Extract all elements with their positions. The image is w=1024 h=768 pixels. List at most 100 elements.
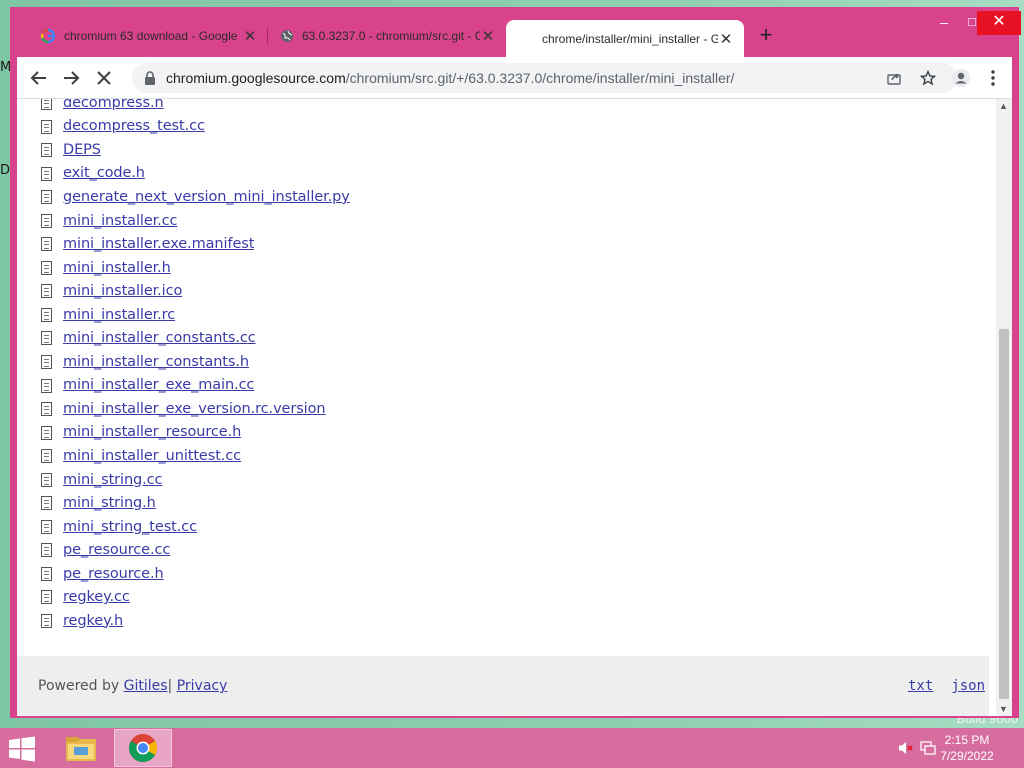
arrow-right-icon: [64, 71, 80, 85]
file-link[interactable]: mini_installer.rc: [63, 307, 175, 323]
bookmark-button[interactable]: [917, 67, 939, 89]
close-icon[interactable]: ✕: [242, 27, 258, 45]
file-icon: [41, 190, 52, 205]
file-icon: [41, 402, 52, 417]
chrome-taskbar-button[interactable]: [114, 729, 172, 767]
tab-git-tag[interactable]: 63.0.3237.0 - chromium/src.git - Git ✕: [270, 20, 506, 52]
close-icon[interactable]: ✕: [718, 30, 734, 48]
address-bar[interactable]: chromium.googlesource.com/chromium/src.g…: [132, 63, 957, 93]
file-link[interactable]: mini_string.h: [63, 495, 156, 511]
file-row: exit_code.h: [17, 162, 989, 186]
star-icon: [920, 70, 936, 86]
file-link[interactable]: mini_installer_resource.h: [63, 424, 241, 440]
volume-muted-icon[interactable]: [898, 740, 914, 761]
tab-title: chrome/installer/mini_installer - Git: [542, 31, 718, 46]
file-row: regkey.cc: [17, 585, 989, 609]
file-link[interactable]: mini_installer.ico: [63, 283, 182, 299]
file-link[interactable]: DEPS: [63, 142, 101, 158]
share-button[interactable]: [883, 67, 905, 89]
file-icon: [41, 566, 52, 581]
file-icon: [41, 496, 52, 511]
file-row: mini_installer_exe_main.cc: [17, 374, 989, 398]
tab-google-search[interactable]: chromium 63 download - Google ✕: [30, 20, 268, 52]
privacy-link[interactable]: Privacy: [177, 678, 228, 694]
forward-button[interactable]: [59, 66, 83, 90]
tab-mini-installer[interactable]: chrome/installer/mini_installer - Git ✕: [506, 20, 744, 57]
file-explorer-taskbar-button[interactable]: [52, 729, 110, 767]
txt-link[interactable]: txt: [908, 678, 933, 694]
file-icon: [41, 166, 52, 181]
scroll-up-arrow-icon[interactable]: ▲: [999, 101, 1008, 111]
file-row: mini_installer.h: [17, 256, 989, 280]
file-link[interactable]: mini_string.cc: [63, 472, 163, 488]
file-link[interactable]: mini_installer.exe.manifest: [63, 236, 254, 252]
globe-icon: [281, 30, 293, 42]
file-link[interactable]: mini_installer.h: [63, 260, 171, 276]
tab-title: chromium 63 download - Google: [64, 29, 238, 43]
tab-strip: chromium 63 download - Google ✕ 63.0.323…: [10, 7, 1021, 57]
gitiles-link[interactable]: Gitiles: [124, 678, 168, 694]
file-icon: [41, 143, 52, 158]
back-button[interactable]: [27, 66, 51, 90]
file-link[interactable]: decompress_test.cc: [63, 118, 205, 134]
file-link[interactable]: regkey.h: [63, 613, 123, 629]
arrow-left-icon: [30, 71, 46, 85]
tab-title: 63.0.3237.0 - chromium/src.git - Git: [302, 29, 480, 43]
scroll-down-arrow-icon[interactable]: ▼: [999, 704, 1008, 714]
lock-icon: [145, 71, 155, 85]
file-link[interactable]: decompress.h: [63, 99, 164, 111]
file-icon: [41, 355, 52, 370]
json-link[interactable]: json: [951, 678, 985, 694]
tab-separator: [267, 28, 268, 44]
file-link[interactable]: pe_resource.h: [63, 566, 164, 582]
file-link[interactable]: generate_next_version_mini_installer.py: [63, 189, 350, 205]
folder-icon: [66, 737, 96, 761]
file-link[interactable]: mini_installer_exe_main.cc: [63, 377, 254, 393]
file-icon: [41, 284, 52, 299]
file-row: mini_installer_exe_version.rc.version: [17, 397, 989, 421]
menu-button[interactable]: [981, 66, 1005, 90]
file-link[interactable]: mini_string_test.cc: [63, 519, 197, 535]
vertical-scrollbar[interactable]: ▲ ▼: [996, 99, 1012, 716]
file-link[interactable]: mini_installer_constants.h: [63, 354, 249, 370]
taskbar-clock[interactable]: 2:15 PM 7/29/2022: [932, 732, 1002, 764]
stop-loading-button[interactable]: [92, 66, 116, 90]
browser-toolbar: chromium.googlesource.com/chromium/src.g…: [17, 57, 1012, 99]
file-icon: [41, 119, 52, 134]
file-link[interactable]: pe_resource.cc: [63, 542, 170, 558]
minimize-button[interactable]: –: [929, 11, 959, 35]
file-link[interactable]: mini_installer_unittest.cc: [63, 448, 241, 464]
file-row: mini_installer_constants.cc: [17, 326, 989, 350]
window-close-button[interactable]: ✕: [977, 11, 1021, 35]
file-icon: [41, 543, 52, 558]
clock-time: 2:15 PM: [944, 733, 990, 747]
close-icon[interactable]: ✕: [480, 27, 496, 45]
new-tab-button[interactable]: +: [755, 24, 777, 46]
file-row: mini_installer.cc: [17, 209, 989, 233]
file-row: mini_installer.exe.manifest: [17, 232, 989, 256]
file-link[interactable]: regkey.cc: [63, 589, 130, 605]
file-icon: [41, 331, 52, 346]
file-link[interactable]: exit_code.h: [63, 165, 145, 181]
file-link[interactable]: mini_installer_exe_version.rc.version: [63, 401, 326, 417]
file-link[interactable]: mini_installer_constants.cc: [63, 330, 256, 346]
file-row: mini_string.h: [17, 491, 989, 515]
file-icon: [41, 590, 52, 605]
file-icon: [41, 472, 52, 487]
profile-button[interactable]: [949, 66, 973, 90]
file-row: mini_installer_unittest.cc: [17, 444, 989, 468]
file-row: mini_string.cc: [17, 468, 989, 492]
scroll-thumb[interactable]: [999, 329, 1009, 699]
file-list: decompress.h decompress_test.cc DEPS exit_c…: [17, 99, 989, 633]
file-link[interactable]: mini_installer.cc: [63, 213, 178, 229]
url-host: chromium.googlesource.com: [166, 70, 346, 86]
start-button[interactable]: [8, 736, 38, 762]
file-icon: [41, 425, 52, 440]
file-icon: [41, 237, 52, 252]
file-row: mini_installer.ico: [17, 279, 989, 303]
page-content: decompress.h decompress_test.cc DEPS exit_c…: [17, 99, 1012, 716]
clock-date: 7/29/2022: [940, 749, 994, 763]
file-icon: [41, 378, 52, 393]
file-row: mini_installer_constants.h: [17, 350, 989, 374]
file-row: pe_resource.cc: [17, 538, 989, 562]
